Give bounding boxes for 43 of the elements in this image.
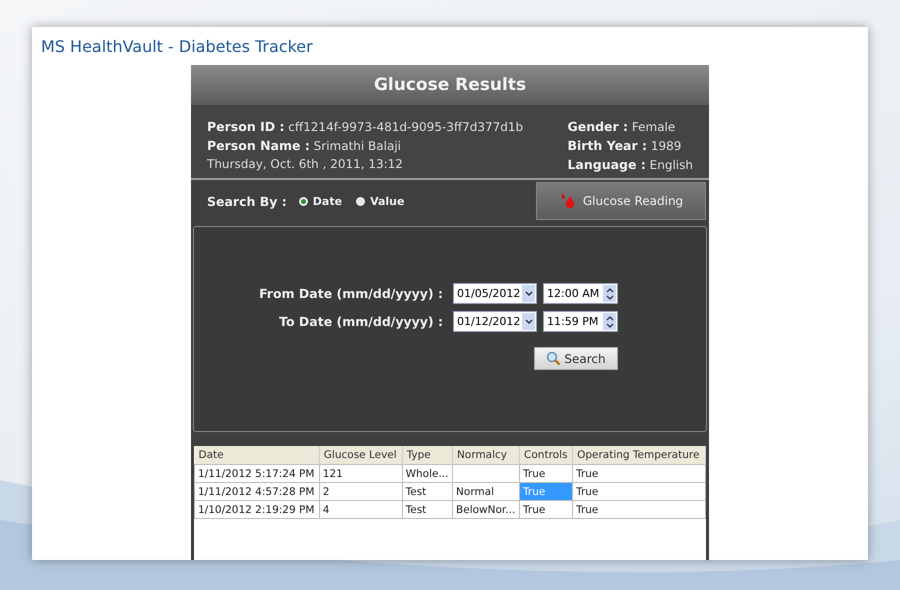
radio-option[interactable]: Value [356,194,404,208]
date-picker[interactable]: 01/05/2012 [453,283,537,304]
table-cell[interactable]: 121 [319,464,402,482]
glucose-reading-button[interactable]: Glucose Reading [536,182,706,220]
table-cell[interactable]: Normal [452,482,520,500]
column-header[interactable]: Glucose Level [319,446,402,464]
table-cell[interactable]: Test [402,500,453,518]
table-cell[interactable]: Whole... [402,464,453,482]
detail-field: Birth Year : 1989 [567,138,693,153]
column-header[interactable]: Controls [520,446,573,464]
page-title: MS HealthVault - Diabetes Tracker [41,37,313,56]
column-header[interactable]: Type [402,446,453,464]
date-label: To Date (mm/dd/yyyy) : [279,314,443,329]
table-cell[interactable]: True [572,500,706,518]
person-field: Person ID : cff1214f-9973-481d-9095-3ff7d377d1b [207,119,524,134]
date-label: From Date (mm/dd/yyyy) : [259,286,443,301]
column-header[interactable]: Normalcy [452,446,520,464]
detail-field: Gender : Female [567,119,693,134]
table-cell[interactable]: True [520,500,573,518]
table-cell[interactable]: Test [402,482,453,500]
table-cell[interactable]: 2 [319,482,402,500]
table-cell[interactable]: 4 [319,500,402,518]
date-text: Thursday, Oct. 6th , 2011, 13:12 [207,157,404,171]
date-picker[interactable]: 01/12/2012 [453,311,537,332]
column-header[interactable]: Date [194,446,320,464]
column-header[interactable]: Operating Temperature [572,446,706,464]
spinner-arrows-icon[interactable] [603,285,616,302]
table-cell[interactable]: True [572,482,706,500]
time-spinner[interactable]: 12:00 AM [543,283,618,304]
table-cell[interactable]: 1/11/2012 5:17:24 PM [194,464,320,482]
panel-title: Glucose Results [374,75,526,95]
table-cell[interactable]: 1/11/2012 4:57:28 PM [194,482,320,500]
search-button[interactable]: Search [534,347,618,370]
radio-option[interactable]: Date [298,194,342,208]
spinner-arrows-icon[interactable] [603,313,616,330]
table-cell[interactable]: BelowNor... [452,500,520,518]
detail-field: Language : English [567,157,693,172]
table-cell[interactable]: 1/10/2012 2:19:29 PM [194,500,320,518]
search-by-label: Search By : [207,194,287,208]
table-cell[interactable]: True [572,464,706,482]
time-spinner[interactable]: 11:59 PM [543,311,618,332]
person-field: Person Name : Srimathi Balaji [207,138,524,153]
search-icon [546,351,562,366]
